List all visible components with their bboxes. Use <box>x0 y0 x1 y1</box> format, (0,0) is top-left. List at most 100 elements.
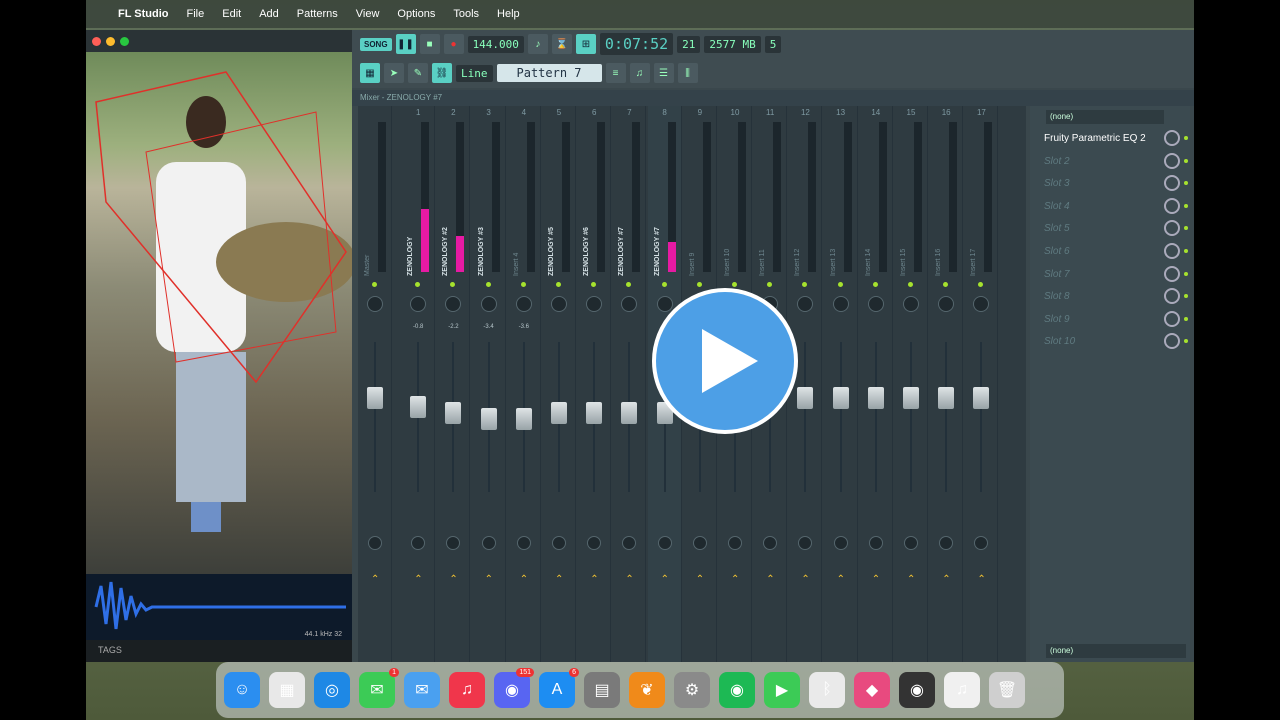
stereo-knob[interactable] <box>552 536 566 550</box>
appstore-icon[interactable]: A6 <box>539 668 579 708</box>
mute-led[interactable] <box>450 282 456 287</box>
slot-mix-knob[interactable] <box>1164 310 1180 327</box>
pan-knob[interactable] <box>832 296 849 312</box>
route-arrow-icon[interactable]: ⌃ <box>449 574 457 585</box>
record-icon[interactable]: ● <box>443 34 464 54</box>
piano-icon[interactable]: ▦ <box>360 63 380 83</box>
maximize-button[interactable] <box>120 36 129 46</box>
mute-led[interactable] <box>485 282 491 287</box>
stereo-knob[interactable] <box>763 536 778 550</box>
discord-icon[interactable]: ◉ 151 <box>494 668 534 708</box>
song-mode-button[interactable]: SONG <box>360 37 392 51</box>
slot-mix-knob[interactable] <box>1164 243 1180 259</box>
slot-mix-knob[interactable] <box>1164 197 1180 214</box>
mixer-strip-3[interactable]: 3 ZENOLOGY #3 -3.4 ⌃ <box>472 106 506 662</box>
itunes-icon[interactable]: ♫ <box>944 672 980 708</box>
route-arrow-icon[interactable]: ⌃ <box>942 574 950 585</box>
app-name[interactable]: FL Studio <box>118 8 169 20</box>
piano-roll-icon[interactable]: ♫ <box>629 63 650 83</box>
music-icon[interactable]: ♫ <box>449 672 485 708</box>
menu-tools[interactable]: Tools <box>453 8 479 20</box>
effect-slot-4[interactable]: Slot 4 <box>1044 201 1168 221</box>
menu-edit[interactable]: Edit <box>222 8 241 20</box>
volume-fader[interactable] <box>551 402 567 424</box>
mixer-strip-15[interactable]: 15 Insert 15 ⌃ <box>894 106 928 662</box>
route-arrow-icon[interactable]: ⌃ <box>485 574 493 585</box>
link-icon[interactable]: ⛓ <box>432 63 452 83</box>
slot-enable-led[interactable] <box>1184 158 1188 163</box>
stereo-knob[interactable] <box>692 536 707 550</box>
mute-led[interactable] <box>415 282 421 287</box>
volume-fader[interactable] <box>586 402 603 424</box>
slot-enable-led[interactable] <box>1184 249 1188 253</box>
mute-led[interactable] <box>626 282 632 287</box>
slot-mix-knob[interactable] <box>1164 265 1180 282</box>
route-arrow-icon[interactable]: ⌃ <box>872 574 880 585</box>
route-arrow-icon[interactable]: ⌃ <box>414 574 422 585</box>
volume-fader[interactable] <box>367 387 383 409</box>
route-arrow-icon[interactable]: ⌃ <box>520 574 528 585</box>
pan-knob[interactable] <box>938 296 955 312</box>
pan-knob[interactable] <box>867 296 884 312</box>
stereo-knob[interactable] <box>798 536 813 550</box>
slot-enable-led[interactable] <box>1184 294 1188 299</box>
strip-label[interactable]: Insert 11 <box>759 236 771 276</box>
mixer-strip-2[interactable]: 2 ZENOLOGY #2 -2.2 ⌃ <box>436 106 471 662</box>
facetime-icon[interactable]: ▶ <box>764 672 800 708</box>
stereo-knob[interactable] <box>939 536 954 550</box>
mute-led[interactable] <box>802 282 808 287</box>
mute-led[interactable] <box>978 282 984 287</box>
slot-enable-led[interactable] <box>1184 181 1188 186</box>
slot-mix-knob[interactable] <box>1164 220 1180 237</box>
strip-label[interactable]: Insert 9 <box>689 236 701 276</box>
mute-led[interactable] <box>872 282 878 287</box>
slot-enable-led[interactable] <box>1184 339 1188 344</box>
slot-mix-knob[interactable] <box>1164 130 1180 146</box>
strip-label[interactable]: Insert 17 <box>970 236 982 276</box>
stereo-knob[interactable] <box>728 536 742 550</box>
stereo-knob[interactable] <box>622 536 637 550</box>
effect-slot-2[interactable]: Slot 2 <box>1044 156 1168 176</box>
messages-icon[interactable]: ✉ 1 <box>359 668 399 708</box>
app-icon[interactable]: ◆ <box>854 672 890 708</box>
pan-knob[interactable] <box>903 296 919 312</box>
mixer-strip-0[interactable]: Master ⌃ <box>358 106 392 662</box>
route-arrow-icon[interactable]: ⌃ <box>766 574 774 585</box>
route-arrow-icon[interactable]: ⌃ <box>837 574 845 585</box>
pattern-select[interactable]: Pattern 7 <box>496 64 602 82</box>
stereo-knob[interactable] <box>411 536 426 550</box>
mail-icon[interactable]: ✉ <box>404 672 440 708</box>
route-arrow-icon[interactable]: ⌃ <box>555 574 563 585</box>
brush-icon[interactable]: ✎ <box>408 63 428 83</box>
step-icon[interactable]: ⊞ <box>575 34 596 54</box>
strip-label[interactable]: ZENOLOGY #5 <box>548 227 560 276</box>
calculator-icon[interactable]: ▤ <box>584 672 620 708</box>
route-arrow-icon[interactable]: ⌃ <box>977 574 985 585</box>
slot-enable-led[interactable] <box>1184 226 1188 231</box>
effect-slot-6[interactable]: Slot 6 <box>1044 246 1168 266</box>
mute-led[interactable] <box>767 282 773 287</box>
slot-mix-knob[interactable] <box>1164 175 1180 192</box>
pan-knob[interactable] <box>480 296 497 312</box>
wait-icon[interactable]: ⌛ <box>551 34 572 54</box>
slot-mix-knob[interactable] <box>1164 152 1180 169</box>
mute-led[interactable] <box>696 282 702 287</box>
pan-knob[interactable] <box>586 296 603 312</box>
route-arrow-icon[interactable]: ⌃ <box>590 574 598 585</box>
safari-icon[interactable]: ◎ <box>314 672 350 708</box>
effect-slot-10[interactable]: Slot 10 <box>1044 336 1168 356</box>
effect-slot-8[interactable]: Slot 8 <box>1044 291 1168 311</box>
pan-knob[interactable] <box>515 296 532 312</box>
stereo-knob[interactable] <box>587 536 602 550</box>
volume-fader[interactable] <box>621 402 638 424</box>
strip-label[interactable]: ZENOLOGY #2 <box>442 227 454 276</box>
strip-label[interactable]: Master <box>364 236 376 276</box>
slot-enable-led[interactable] <box>1184 203 1188 208</box>
route-arrow-icon[interactable]: ⌃ <box>661 574 669 585</box>
volume-fader[interactable] <box>973 387 990 409</box>
route-arrow-icon[interactable]: ⌃ <box>625 574 633 585</box>
flstudio-icon[interactable]: ❦ <box>629 672 665 708</box>
pause-icon[interactable]: ❚❚ <box>395 34 416 54</box>
pan-knob[interactable] <box>621 296 638 312</box>
volume-fader[interactable] <box>480 408 497 430</box>
